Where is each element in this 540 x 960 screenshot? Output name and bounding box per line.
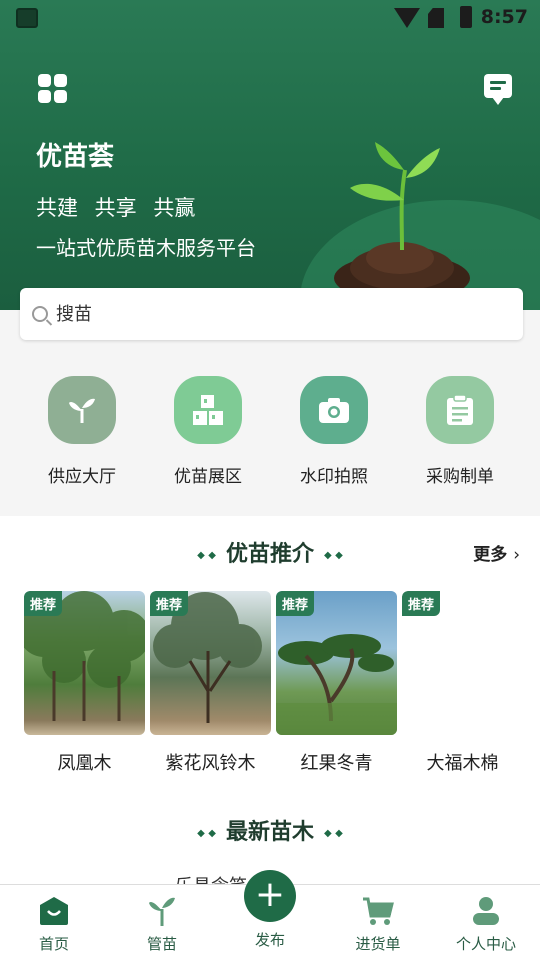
sim-icon — [428, 8, 444, 28]
product-card[interactable]: 推荐 红果冬青 — [276, 591, 397, 775]
sprout-icon — [48, 376, 116, 444]
search-input[interactable] — [56, 303, 476, 325]
user-icon — [436, 895, 536, 927]
brand-title: 优苗荟 — [36, 142, 115, 172]
search-bar[interactable] — [20, 288, 523, 340]
chevron-right-icon: › — [513, 545, 520, 565]
battery-icon — [460, 6, 472, 28]
nav-profile[interactable]: 个人中心 — [436, 895, 536, 954]
slogan: 共建 共享 共赢 — [36, 196, 196, 220]
plus-icon: + — [254, 874, 286, 915]
recommend-badge: 推荐 — [276, 591, 315, 616]
recommend-badge: 推荐 — [402, 591, 441, 616]
seedling-icon — [112, 895, 212, 927]
status-bar: 8:57 — [0, 0, 540, 38]
product-photo: 推荐 — [402, 591, 523, 735]
recommend-section: ◆ ◆ 优苗推介 ◆ ◆ 更多 › 推荐 凤凰木 推荐 紫花风铃木 推荐 红果冬青 … — [0, 516, 540, 886]
recommend-badge: 推荐 — [150, 591, 189, 616]
product-name: 大福木棉 — [426, 753, 499, 774]
status-time: 8:57 — [480, 6, 528, 28]
nav-label: 个人中心 — [455, 935, 516, 953]
decor-dots-icon: ◆ ◆ — [197, 549, 216, 561]
nav-cart[interactable]: 进货单 — [328, 895, 428, 954]
quick-action-watermark-photo[interactable]: 水印拍照 — [279, 376, 389, 487]
nav-label: 首页 — [38, 935, 69, 953]
quick-action-label: 优苗展区 — [174, 467, 242, 487]
product-name: 红果冬青 — [300, 753, 373, 774]
nav-manage[interactable]: 管苗 — [112, 895, 212, 954]
product-photo: 推荐 — [150, 591, 271, 735]
decor-dots-icon: ◆ ◆ — [324, 827, 343, 839]
nav-publish-label[interactable]: 发布 — [220, 929, 320, 950]
quick-actions: 供应大厅 优苗展区 水印拍照 采购制单 — [0, 370, 540, 490]
product-photo: 推荐 — [24, 591, 145, 735]
wifi-icon — [394, 8, 420, 28]
product-card[interactable]: 推荐 大福木棉 — [402, 591, 523, 775]
more-link[interactable]: 更多 › — [473, 540, 520, 565]
quick-action-label: 水印拍照 — [300, 467, 368, 487]
decor-dots-icon: ◆ ◆ — [324, 549, 343, 561]
camera-icon — [300, 376, 368, 444]
quick-action-purchase-order[interactable]: 采购制单 — [405, 376, 515, 487]
quick-action-label: 供应大厅 — [48, 467, 116, 487]
home-icon — [4, 895, 104, 927]
quick-action-label: 采购制单 — [426, 467, 494, 487]
product-card[interactable]: 推荐 凤凰木 — [24, 591, 145, 775]
nav-home[interactable]: 首页 — [4, 895, 104, 954]
quick-action-supply-hall[interactable]: 供应大厅 — [27, 376, 137, 487]
quick-action-showcase[interactable]: 优苗展区 — [153, 376, 263, 487]
cart-icon — [328, 895, 428, 927]
decor-dots-icon: ◆ ◆ — [197, 827, 216, 839]
search-icon — [32, 306, 48, 322]
product-card[interactable]: 推荐 紫花风铃木 — [150, 591, 271, 775]
clipboard-icon — [426, 376, 494, 444]
recommend-badge: 推荐 — [24, 591, 63, 616]
nav-label: 发布 — [254, 931, 285, 949]
boxes-icon — [174, 376, 242, 444]
tagline: 一站式优质苗木服务平台 — [36, 236, 256, 260]
nav-label: 进货单 — [355, 935, 401, 953]
section-title-latest: ◆ ◆ 最新苗木 ◆ ◆ — [197, 820, 343, 845]
product-name: 凤凰木 — [57, 753, 112, 774]
product-name: 紫花风铃木 — [165, 753, 256, 774]
gallery-icon — [16, 8, 38, 28]
product-photo: 推荐 — [276, 591, 397, 735]
nav-label: 管苗 — [146, 935, 177, 953]
publish-button[interactable]: + — [244, 870, 296, 922]
category-grid-icon[interactable] — [38, 74, 68, 104]
section-title: ◆ ◆ 优苗推介 ◆ ◆ — [197, 542, 343, 567]
message-icon[interactable] — [484, 74, 512, 105]
sprout-illustration — [334, 142, 470, 290]
